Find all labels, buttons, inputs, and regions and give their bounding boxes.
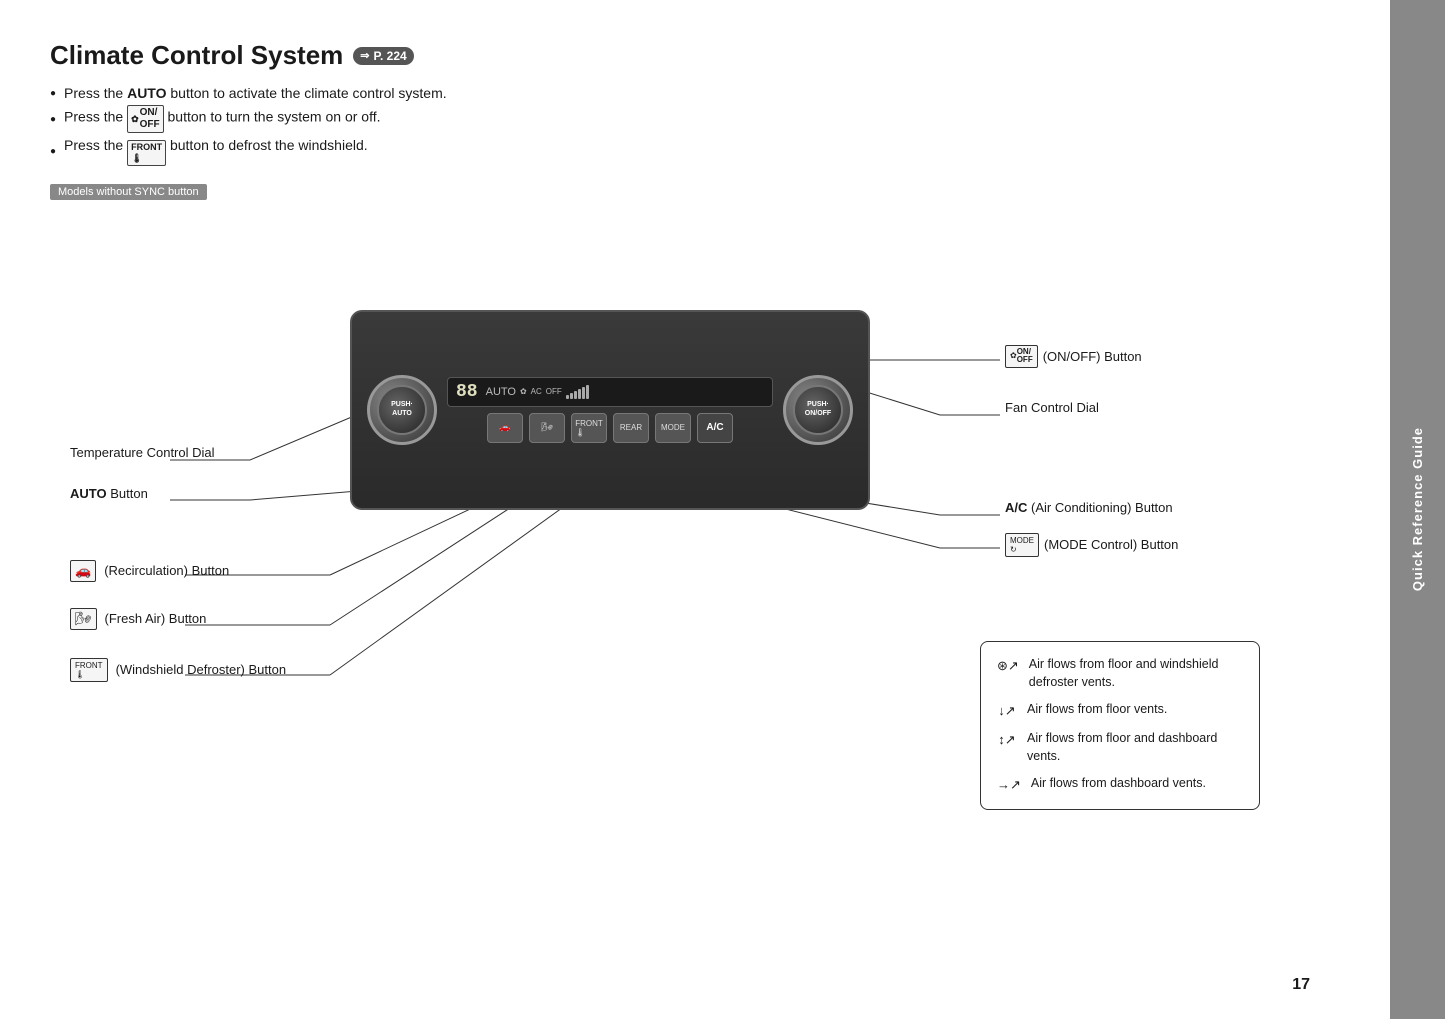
fan-control-label: Fan Control Dial: [1005, 400, 1099, 415]
center-controls: 88 AUTO ✿ AC OFF: [447, 377, 773, 443]
fan-bars: [566, 385, 589, 399]
ac-btn[interactable]: A/C: [697, 413, 733, 443]
front-defroster-btn[interactable]: FRONT🌡: [571, 413, 607, 443]
mode-btn[interactable]: MODE: [655, 413, 691, 443]
bullet-item-2: Press the ✿ON/OFF button to turn the sys…: [50, 105, 1340, 133]
fan-control-dial[interactable]: PUSH·ON/OFF: [783, 375, 853, 445]
on-off-label: ✿ON/OFF (ON/OFF) Button: [1005, 345, 1142, 369]
sidebar: Quick Reference Guide: [1390, 0, 1445, 1019]
page-ref-badge: ⇒ P. 224: [353, 47, 413, 65]
fresh-air-label: 🌬 (Fresh Air) Button: [70, 608, 206, 630]
info-icon-4: →↗: [997, 776, 1021, 794]
recirculation-label: 🚗 (Recirculation) Button: [70, 560, 229, 582]
info-item-3: ↕↗ Air flows from floor and dashboard ve…: [997, 730, 1243, 765]
auto-button-label: AUTO Button: [70, 486, 148, 501]
bullet-list: Press the AUTO button to activate the cl…: [50, 85, 1340, 166]
ac-label: A/C (Air Conditioning) Button: [1005, 500, 1173, 515]
temp-dial-label: Temperature Control Dial: [70, 445, 215, 460]
info-icon-3: ↕↗: [997, 731, 1017, 749]
info-item-4: →↗ Air flows from dashboard vents.: [997, 775, 1243, 794]
on-off-inline-btn: ✿ON/OFF: [127, 105, 164, 133]
page-title: Climate Control System ⇒ P. 224: [50, 40, 1340, 71]
info-item-2: ↓↗ Air flows from floor vents.: [997, 701, 1243, 720]
rear-defroster-btn[interactable]: REAR: [613, 413, 649, 443]
info-box: ⊛↗ Air flows from floor and windshield d…: [980, 641, 1260, 809]
info-icon-2: ↓↗: [997, 702, 1017, 720]
fresh-air-btn[interactable]: 🌬: [529, 413, 565, 443]
info-icon-1: ⊛↗: [997, 657, 1019, 675]
title-text: Climate Control System: [50, 40, 343, 71]
front-inline-btn: FRONT🌡: [127, 140, 166, 166]
climate-panel: PUSH·AUTO 88 AUTO ✿ AC OFF: [350, 310, 870, 510]
bullet-item-3: Press the FRONT🌡 button to defrost the w…: [50, 137, 1340, 166]
bullet-item-1: Press the AUTO button to activate the cl…: [50, 85, 1340, 101]
windshield-defroster-label: FRONT🌡 (Windshield Defroster) Button: [70, 658, 286, 682]
mode-label: MODE↻ (MODE Control) Button: [1005, 533, 1178, 557]
button-row: 🚗 🌬 FRONT🌡 REAR MODE A/C: [447, 413, 773, 443]
models-badge: Models without SYNC button: [50, 184, 207, 200]
sidebar-label: Quick Reference Guide: [1410, 427, 1425, 591]
temperature-dial[interactable]: PUSH·AUTO: [367, 375, 437, 445]
page-ref-number: P. 224: [374, 49, 407, 63]
diagram-area: PUSH·AUTO 88 AUTO ✿ AC OFF: [50, 230, 1340, 930]
page-number: 17: [1292, 976, 1310, 994]
info-item-1: ⊛↗ Air flows from floor and windshield d…: [997, 656, 1243, 691]
recirculation-btn[interactable]: 🚗: [487, 413, 523, 443]
display-panel: 88 AUTO ✿ AC OFF: [447, 377, 773, 407]
